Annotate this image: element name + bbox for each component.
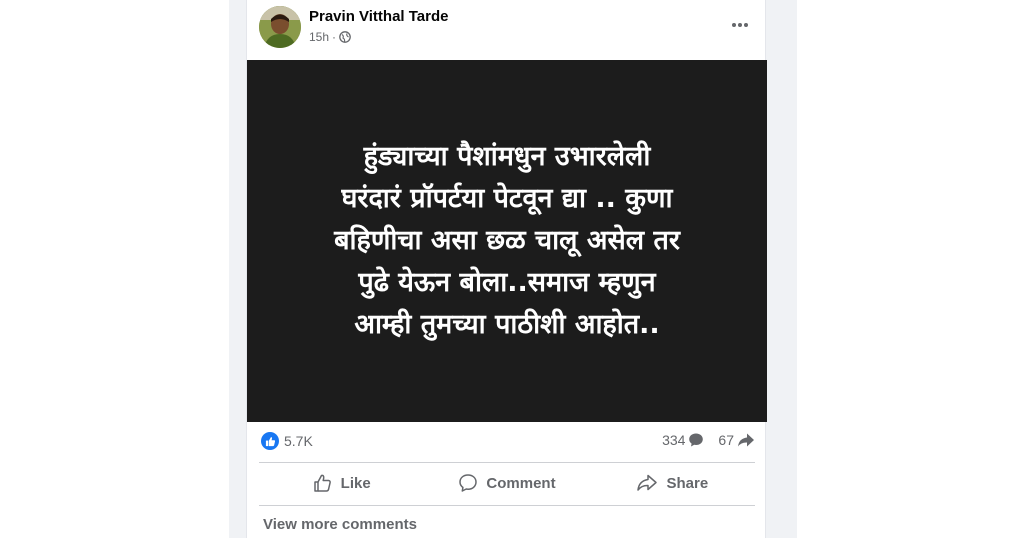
comment-count-value: 334 (662, 432, 686, 448)
post-header: Pravin Vitthal Tarde 15h · (247, 0, 767, 58)
comment-bubble-icon (689, 433, 704, 447)
comment-label: Comment (486, 474, 556, 492)
reaction-summary[interactable]: 5.7K (261, 432, 313, 450)
comment-button[interactable]: Comment (424, 463, 589, 503)
like-icon (313, 474, 331, 492)
post-stats: 5.7K 334 67 (247, 426, 767, 460)
like-label: Like (340, 474, 371, 492)
reaction-count: 5.7K (284, 433, 313, 449)
author-name[interactable]: Pravin Vitthal Tarde (309, 8, 449, 25)
post-meta: 15h · (309, 30, 351, 44)
share-arrow-icon (738, 433, 754, 447)
post-time[interactable]: 15h (309, 30, 329, 44)
share-count-value: 67 (718, 432, 734, 448)
view-more-comments-link[interactable]: View more comments (263, 516, 417, 533)
share-count[interactable]: 67 (718, 432, 755, 448)
share-button[interactable]: Share (590, 463, 755, 503)
engagement-counts: 334 67 (662, 432, 755, 448)
action-bar: Like Comment Share (259, 463, 755, 503)
actions-divider (259, 505, 755, 506)
globe-icon (339, 31, 351, 43)
like-reaction-icon (261, 432, 279, 450)
post-card: Pravin Vitthal Tarde 15h · हुंड्याच्या प… (246, 0, 767, 538)
share-label: Share (666, 474, 709, 492)
meta-separator: · (332, 30, 337, 44)
comment-icon (459, 474, 478, 492)
share-icon (637, 474, 658, 491)
ellipsis-icon[interactable] (727, 12, 753, 38)
comment-count[interactable]: 334 (662, 432, 704, 448)
author-avatar[interactable] (259, 6, 301, 48)
post-image-text: हुंड्याच्या पैशांमधुन उभारलेली घरंदारं प… (334, 141, 680, 340)
post-image[interactable]: हुंड्याच्या पैशांमधुन उभारलेली घरंदारं प… (247, 60, 767, 422)
like-button[interactable]: Like (259, 463, 424, 503)
